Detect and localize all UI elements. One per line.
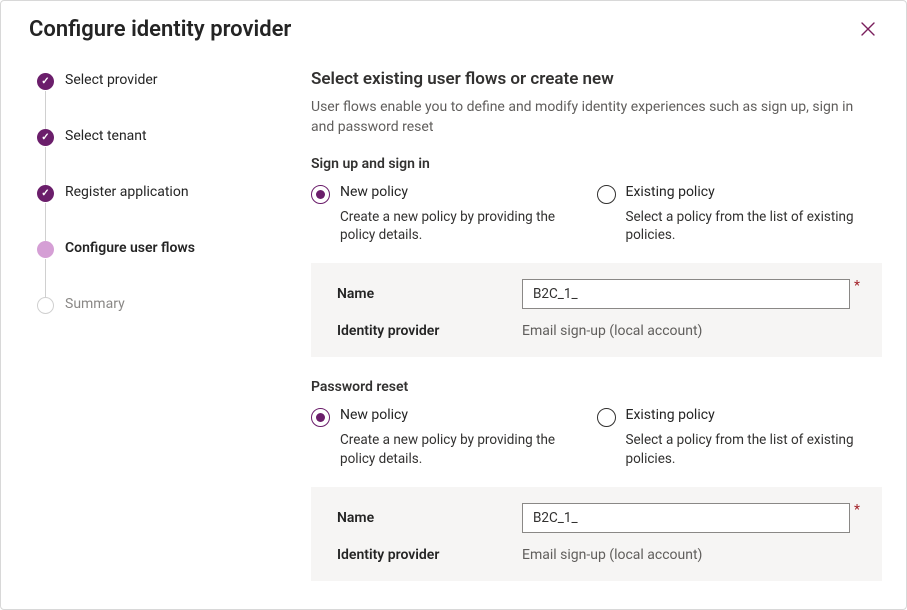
page-description: User flows enable you to define and modi… (311, 97, 871, 138)
step-register-application[interactable]: Register application (37, 183, 271, 239)
step-configure-user-flows[interactable]: Configure user flows (37, 239, 271, 295)
radio-signup-new-desc: Create a new policy by providing the pol… (340, 208, 579, 246)
group-password-reset-heading: Password reset (311, 379, 882, 395)
close-button[interactable] (854, 15, 882, 43)
radio-signup-existing-desc: Select a policy from the list of existin… (626, 208, 865, 246)
radio-selected-icon (311, 185, 330, 204)
step-select-provider[interactable]: Select provider (37, 71, 271, 127)
radio-selected-icon (311, 408, 330, 427)
radio-passwordreset-existing-desc: Select a policy from the list of existin… (626, 431, 865, 469)
signup-idp-value: Email sign-up (local account) (522, 323, 702, 339)
step-upcoming-icon (37, 297, 54, 314)
close-icon (861, 22, 875, 36)
passwordreset-policy-choice: New policy Create a new policy by provid… (311, 407, 882, 469)
main-content: Select existing user flows or create new… (291, 61, 906, 609)
radio-passwordreset-new-policy[interactable]: New policy (311, 407, 579, 427)
passwordreset-form-card: Name B2C_1_ * Identity provider Email si… (311, 487, 882, 581)
passwordreset-idp-label: Identity provider (337, 547, 522, 563)
group-signup-signin-heading: Sign up and sign in (311, 156, 882, 172)
passwordreset-idp-value: Email sign-up (local account) (522, 547, 702, 563)
page-title: Select existing user flows or create new (311, 69, 882, 89)
step-done-icon (37, 129, 54, 146)
step-current-icon (37, 241, 54, 258)
step-done-icon (37, 73, 54, 90)
panel-header: Configure identity provider (1, 1, 906, 61)
radio-unselected-icon (597, 185, 616, 204)
radio-passwordreset-existing-policy[interactable]: Existing policy (597, 407, 865, 427)
passwordreset-name-label: Name (337, 510, 522, 526)
radio-passwordreset-new-desc: Create a new policy by providing the pol… (340, 431, 579, 469)
radio-unselected-icon (597, 408, 616, 427)
radio-signup-existing-policy[interactable]: Existing policy (597, 184, 865, 204)
signup-name-input[interactable] (588, 279, 850, 309)
signup-idp-label: Identity provider (337, 323, 522, 339)
passwordreset-name-prefix: B2C_1_ (522, 503, 588, 533)
passwordreset-name-input[interactable] (588, 503, 850, 533)
required-indicator-icon: * (854, 279, 860, 293)
signup-name-prefix: B2C_1_ (522, 279, 588, 309)
required-indicator-icon: * (854, 503, 860, 517)
wizard-steps: Select provider Select tenant Register a… (1, 61, 291, 609)
step-select-tenant[interactable]: Select tenant (37, 127, 271, 183)
radio-signup-new-policy[interactable]: New policy (311, 184, 579, 204)
step-done-icon (37, 185, 54, 202)
panel-title: Configure identity provider (29, 17, 291, 42)
signup-name-label: Name (337, 286, 522, 302)
configure-idp-panel: Configure identity provider Select provi… (0, 0, 907, 610)
signup-form-card: Name B2C_1_ * Identity provider Email si… (311, 263, 882, 357)
signup-policy-choice: New policy Create a new policy by provid… (311, 184, 882, 246)
step-summary[interactable]: Summary (37, 295, 271, 319)
